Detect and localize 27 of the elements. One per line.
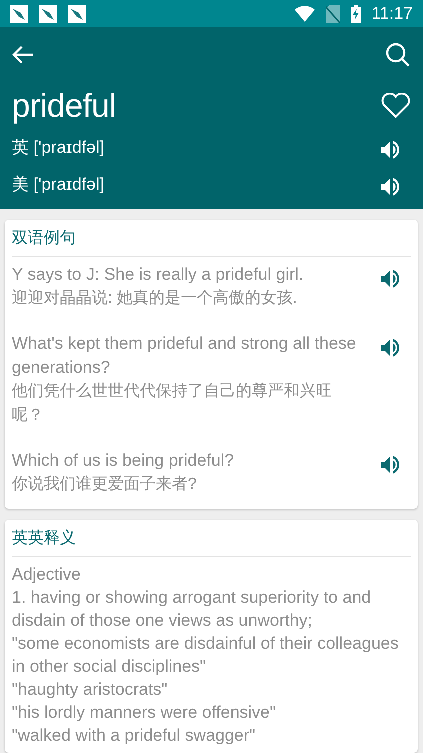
example-translation: 他们凭什么世世代代保持了自己的尊严和兴旺呢？ [12, 382, 333, 426]
example-translation: 你说我们谁更爱面子来者? [12, 474, 198, 495]
battery-charging-icon [350, 4, 361, 22]
wifi-icon [294, 6, 315, 22]
definition-text: Adjective [12, 564, 82, 586]
notification-icon [39, 4, 57, 22]
no-sim-icon [326, 4, 340, 22]
notification-icon [10, 4, 28, 22]
clock-time: 11:17 [372, 4, 413, 24]
back-arrow-icon[interactable] [12, 45, 34, 65]
definition-text: "haughty aristocrats" [12, 679, 169, 701]
search-icon[interactable] [385, 42, 411, 68]
headword: prideful [12, 87, 116, 125]
pronunciation-text: 美 ['praɪdfəl] [12, 174, 104, 196]
definition-text: "walked with a prideful swagger" [12, 725, 257, 747]
definition-text: "some economists are disdainful of their colleagues in other social disciplines" [12, 633, 400, 678]
notification-icon [68, 4, 86, 22]
section-title: 双语例句 [12, 220, 411, 257]
section-title: 英英释义 [12, 520, 411, 557]
heart-icon[interactable] [381, 93, 411, 119]
example-translation: 迎迎对晶晶说: 她真的是一个高傲的女孩. [12, 288, 298, 309]
example-sentence: Which of us is being prideful? [12, 450, 236, 472]
definition-text: "his lordly manners were offensive" [12, 702, 278, 724]
example-sentence: What's kept them prideful and strong all these generations? [12, 333, 358, 379]
example-sentence: Y says to J: She is really a prideful girl. [12, 264, 305, 286]
pronunciation-text: 英 ['praɪdfəl] [12, 137, 104, 159]
definition-text: 1. having or showing arrogant superiority to and disdain of those one views as unworthy; [12, 587, 372, 632]
